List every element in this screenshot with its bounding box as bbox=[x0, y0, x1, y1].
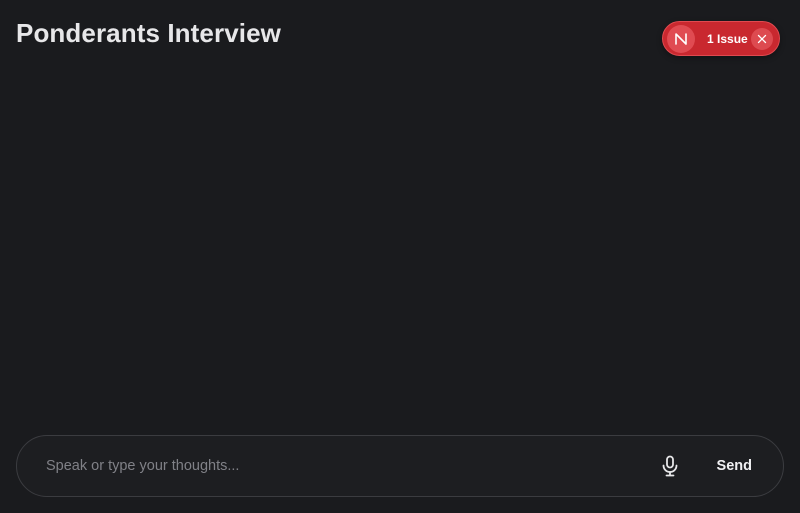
issues-indicator[interactable]: 1 Issue bbox=[662, 21, 780, 56]
message-composer: Send bbox=[16, 435, 784, 497]
close-icon[interactable] bbox=[751, 27, 773, 50]
nextjs-logo-icon[interactable] bbox=[667, 24, 695, 53]
page-title: Ponderants Interview bbox=[16, 18, 281, 48]
send-button[interactable]: Send bbox=[703, 450, 766, 482]
message-input[interactable] bbox=[46, 446, 655, 486]
issues-count-label[interactable]: 1 Issue bbox=[707, 32, 748, 46]
microphone-icon[interactable] bbox=[655, 451, 685, 481]
app-page: Ponderants Interview 1 Issue Send bbox=[0, 0, 800, 513]
